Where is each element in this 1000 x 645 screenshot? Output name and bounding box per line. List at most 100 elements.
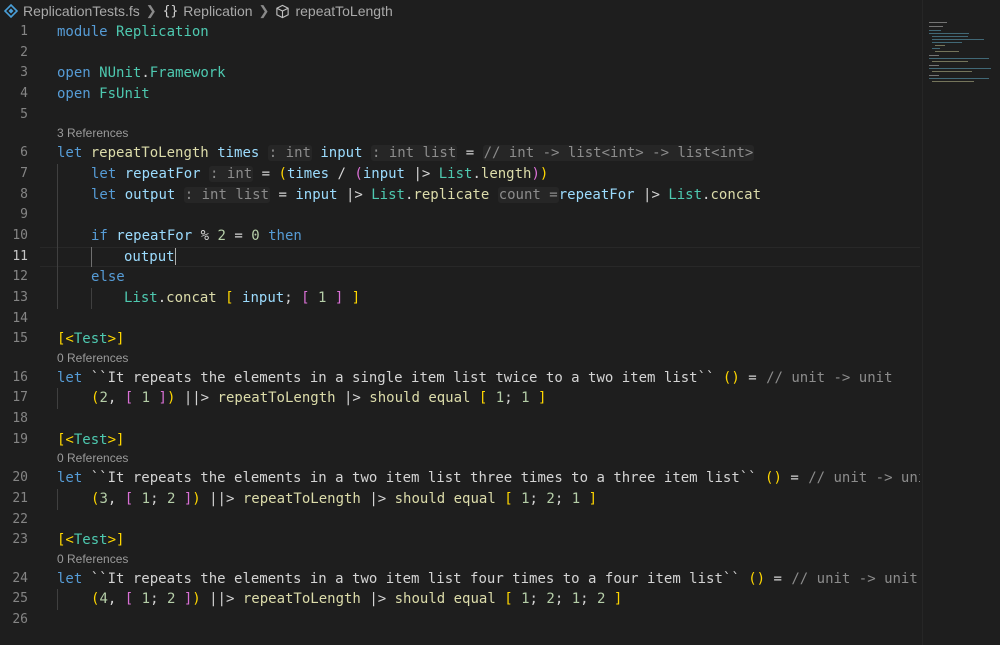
line-number: 26 <box>12 611 28 627</box>
minimap-line <box>929 33 969 34</box>
variable: output <box>124 186 176 203</box>
line-number: 18 <box>12 411 28 427</box>
bracket: ] <box>588 490 598 507</box>
bracket: ) <box>166 390 176 407</box>
bracket: [< <box>57 431 74 448</box>
line-number: 3 <box>20 65 28 81</box>
operator: |> <box>369 591 387 608</box>
code-line[interactable]: 17 (2, [ 1 ]) ||> repeatToLength |> shoul… <box>0 388 920 410</box>
code-line[interactable]: 26 <box>0 610 920 631</box>
bracket: >] <box>107 532 125 549</box>
code-lens-references[interactable]: 3 References <box>0 125 920 143</box>
namespace-icon: {} <box>162 3 179 19</box>
bracket: ( <box>278 165 287 182</box>
code-lens-references[interactable]: 0 References <box>0 350 920 368</box>
code-line[interactable]: 25 (4, [ 1; 2 ]) ||> repeatToLength |> sh… <box>0 589 920 610</box>
code-line[interactable]: 5 <box>0 105 920 126</box>
variable: repeatFor <box>558 186 635 203</box>
code-line[interactable]: 9 <box>0 205 920 226</box>
code-line[interactable]: 20 let ``It repeats the elements in a two… <box>0 468 920 489</box>
unit-value: () <box>722 369 740 386</box>
keyword: let <box>57 145 83 162</box>
operator: |> <box>345 186 363 203</box>
operator: |> <box>344 390 361 407</box>
operator: ; <box>150 490 159 507</box>
variable: repeatFor <box>116 227 193 244</box>
minimap-line <box>929 55 939 56</box>
code-line-current[interactable]: 11 output <box>0 246 920 268</box>
function-call: replicate <box>413 186 490 203</box>
code-line[interactable]: 15 [<Test>] <box>0 329 920 350</box>
bracket: ] <box>351 289 361 306</box>
minimap-line <box>932 61 968 62</box>
code-line[interactable]: 14 <box>0 309 920 330</box>
code-line[interactable]: 24 let ``It repeats the elements in a two… <box>0 569 920 590</box>
cube-icon <box>275 4 290 19</box>
code-line[interactable]: 10 if repeatFor % 2 = 0 then <box>0 225 920 247</box>
code-lens-references[interactable]: 0 References <box>0 450 920 468</box>
line-number: 8 <box>20 186 28 202</box>
line-number: 9 <box>20 207 28 223</box>
bracket: [ <box>124 390 134 407</box>
operator: |> <box>643 186 660 203</box>
bracket: ) <box>539 165 549 182</box>
signature-comment: // unit -> unit <box>766 369 893 386</box>
code-lens-label: 0 References <box>57 551 129 566</box>
code-line[interactable]: 22 <box>0 510 920 531</box>
number: 2 <box>217 227 226 244</box>
minimap-line <box>929 30 941 31</box>
indent-guide <box>57 589 58 610</box>
operator: ; <box>580 591 589 608</box>
minimap[interactable] <box>922 0 1000 645</box>
signature-comment: // int -> list<int> -> list<int> <box>482 145 755 162</box>
number: 1 <box>521 490 530 507</box>
code-line[interactable]: 12 else <box>0 267 920 288</box>
type-hint: : int <box>267 145 312 162</box>
type-hint: : int list <box>183 186 271 203</box>
code-line[interactable]: 1 module Replication <box>0 22 920 43</box>
operator: ; <box>284 289 293 306</box>
test-name: ``It repeats the elements in a two item … <box>90 570 740 587</box>
code-line[interactable]: 13 List.concat [ input; [ 1 ] ] <box>0 287 920 309</box>
module-name: Replication <box>116 24 209 40</box>
code-line[interactable]: 21 (3, [ 1; 2 ]) ||> repeatToLength |> sh… <box>0 488 920 510</box>
code-line[interactable]: 3 open NUnit.Framework <box>0 63 920 84</box>
minimap-line <box>935 45 945 46</box>
keyword: module <box>57 24 108 40</box>
keyword: let <box>57 369 83 386</box>
number: 3 <box>99 490 108 507</box>
keyword: then <box>268 227 302 244</box>
line-number: 6 <box>20 145 28 161</box>
code-line[interactable]: 4 open FsUnit <box>0 84 920 105</box>
breadcrumb-module[interactable]: {} Replication <box>163 3 253 19</box>
breadcrumb-file[interactable]: ReplicationTests.fs <box>4 3 140 19</box>
line-number: 23 <box>12 532 28 548</box>
indent-guide <box>57 163 58 185</box>
code-line[interactable]: 6 let repeatToLength times : int input : … <box>0 143 920 164</box>
operator: = <box>790 470 799 487</box>
number: 1 <box>317 289 327 306</box>
code-line[interactable]: 18 <box>0 409 920 430</box>
breadcrumb-function[interactable]: repeatToLength <box>275 3 393 19</box>
minimap-line <box>932 42 962 43</box>
keyword: let <box>91 165 117 182</box>
code-line[interactable]: 19 [<Test>] <box>0 430 920 451</box>
code-line[interactable]: 2 <box>0 43 920 64</box>
code-lens-references[interactable]: 0 References <box>0 551 920 569</box>
code-line[interactable]: 7 let repeatFor : int = (times / (input |… <box>0 163 920 185</box>
bracket: >] <box>107 431 125 448</box>
number: 2 <box>166 490 176 507</box>
line-number: 2 <box>20 44 28 60</box>
unit-value: () <box>765 470 782 487</box>
code-line[interactable]: 16 let ``It repeats the elements in a sin… <box>0 368 920 389</box>
operator: . <box>157 289 167 306</box>
line-number: 16 <box>12 369 28 385</box>
minimap-line <box>932 39 984 40</box>
code-line[interactable]: 8 let output : int list = input |> List.r… <box>0 184 920 206</box>
namespace: NUnit <box>99 65 142 82</box>
code-editor[interactable]: 1 module Replication 2 3 open NUnit.Framew… <box>0 22 920 645</box>
function-call: repeatToLength <box>242 490 361 507</box>
code-line[interactable]: 23 [<Test>] <box>0 530 920 551</box>
line-number: 10 <box>12 227 28 243</box>
bracket: ) <box>192 490 201 507</box>
